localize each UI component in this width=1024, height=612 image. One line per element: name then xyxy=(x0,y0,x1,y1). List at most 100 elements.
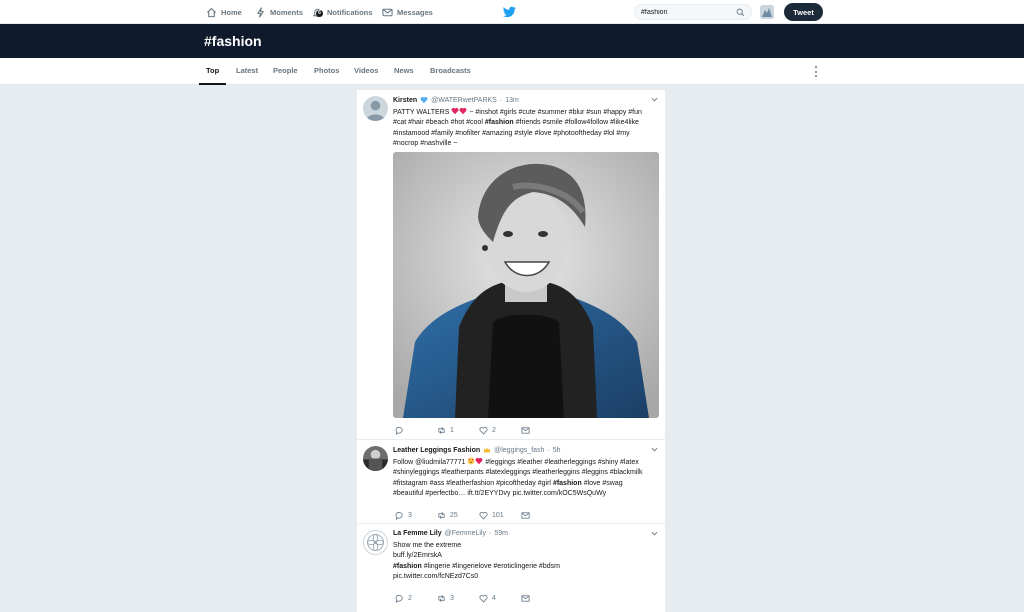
tweet-hashtags[interactable]: #cat #hair #beach #hot #cool xyxy=(393,119,483,126)
nav-home[interactable]: Home xyxy=(206,0,242,24)
reply-button[interactable] xyxy=(395,426,437,435)
tweet-text-line: Show me the extreme xyxy=(393,542,462,549)
tweet-timestamp[interactable]: 5h xyxy=(553,447,561,454)
tweet-link[interactable]: pic.twitter.com/fcNEzd7Cs0 xyxy=(393,573,478,580)
reply-icon xyxy=(395,511,403,520)
search-header-band: #fashion xyxy=(0,24,1024,58)
tweet-photo[interactable] xyxy=(393,152,659,418)
tweet-text: PATTY WALTERS ~ #inshot #girls #cute #su… xyxy=(393,107,659,150)
tweet-item[interactable]: La Femme Lily @FemmeLily · 59m Show me t… xyxy=(357,524,665,612)
tab-top[interactable]: Top xyxy=(199,58,227,85)
tweet-author-name[interactable]: Kirsten xyxy=(393,97,417,104)
chevron-down-icon[interactable] xyxy=(651,97,658,102)
separator-dot: · xyxy=(547,446,550,454)
chevron-down-icon[interactable] xyxy=(651,531,658,536)
tweet-hashtags[interactable]: #friends #smile #follow4follow #like4lik… xyxy=(516,119,639,126)
retweet-count: 25 xyxy=(450,512,458,519)
tab-broadcasts[interactable]: Broadcasts xyxy=(430,58,471,85)
tweet-hashtags[interactable]: ~ #inshot #girls #cute #summer #blur #su… xyxy=(469,109,642,116)
tweet-item[interactable]: Kirsten @WATERwetPARKS · 13m PATTY WALTE… xyxy=(357,90,665,440)
tweet-hashtags[interactable]: #love #swag xyxy=(584,480,623,487)
separator-dot: · xyxy=(488,530,492,537)
envelope-icon xyxy=(521,512,530,519)
envelope-icon xyxy=(382,7,393,18)
like-button[interactable]: 2 xyxy=(479,426,521,435)
retweet-count: 3 xyxy=(450,595,454,602)
tab-videos[interactable]: Videos xyxy=(354,58,378,85)
chevron-down-icon[interactable] xyxy=(651,447,658,452)
tweet-author-handle[interactable]: @FemmeLily xyxy=(445,530,486,537)
nav-messages[interactable]: Messages xyxy=(382,0,433,24)
tweet-author-name[interactable]: La Femme Lily xyxy=(393,530,442,537)
crown-icon xyxy=(483,447,491,453)
envelope-icon xyxy=(521,595,530,602)
blue-heart-icon xyxy=(420,96,428,104)
reply-count: 2 xyxy=(408,595,412,602)
search-box[interactable] xyxy=(634,4,752,20)
like-button[interactable]: 101 xyxy=(479,511,521,520)
profile-avatar[interactable] xyxy=(760,5,774,19)
avatar[interactable] xyxy=(363,96,388,121)
tweet-links[interactable]: #beautiful #perfectbo… ift.tt/2EYYDvy pi… xyxy=(393,490,606,497)
tweet-hashtags[interactable]: #nocrop #nashville ~ xyxy=(393,140,457,147)
tweet-link[interactable]: buff.ly/2EmrskA xyxy=(393,552,442,559)
tweet-hashtags[interactable]: #instamood #family #nofilter #amazing #s… xyxy=(393,130,630,137)
heart-icon xyxy=(479,426,488,435)
nav-moments[interactable]: Moments xyxy=(255,0,303,24)
tweet-author-handle[interactable]: @leggings_fash xyxy=(494,447,544,454)
tweet-author-handle[interactable]: @WATERwetPARKS xyxy=(431,97,497,104)
avatar[interactable] xyxy=(363,446,388,471)
tweet-hashtags[interactable]: #leggings #leather #leatherleggings #shi… xyxy=(485,459,638,466)
retweet-button[interactable]: 3 xyxy=(437,594,479,603)
twitter-bird-logo-icon[interactable] xyxy=(503,6,516,18)
tweet-header: Leather Leggings Fashion @leggings_fash … xyxy=(393,446,561,454)
hashtag-fashion[interactable]: #fashion xyxy=(393,563,422,570)
like-count: 2 xyxy=(492,427,496,434)
retweet-button[interactable]: 1 xyxy=(437,426,479,435)
tweet-timestamp[interactable]: 13m xyxy=(505,97,519,104)
red-heart-icon xyxy=(451,107,459,115)
reply-icon xyxy=(395,426,403,435)
tweet-hashtags[interactable]: #fitstagram #ass #leatherfashion #picoft… xyxy=(393,480,551,487)
tab-photos[interactable]: Photos xyxy=(314,58,339,85)
tweet-button[interactable]: Tweet xyxy=(784,3,823,21)
hashtag-fashion[interactable]: #fashion xyxy=(485,119,514,126)
tweet-item[interactable]: Leather Leggings Fashion @leggings_fash … xyxy=(357,440,665,524)
tab-news[interactable]: News xyxy=(394,58,414,85)
tweet-actions: 3 25 101 xyxy=(395,511,563,520)
avatar[interactable] xyxy=(363,530,388,555)
tweet-timeline: Kirsten @WATERwetPARKS · 13m PATTY WALTE… xyxy=(357,90,665,612)
search-input[interactable] xyxy=(641,8,736,16)
reply-count: 3 xyxy=(408,512,412,519)
tab-people[interactable]: People xyxy=(273,58,298,85)
reply-button[interactable]: 3 xyxy=(395,511,437,520)
envelope-icon xyxy=(521,427,530,434)
tweet-timestamp[interactable]: 59m xyxy=(494,530,508,537)
bell-icon: 6 xyxy=(312,7,323,18)
tweet-author-name[interactable]: Leather Leggings Fashion xyxy=(393,447,480,454)
tweet-header: Kirsten @WATERwetPARKS · 13m xyxy=(393,96,519,104)
reply-button[interactable]: 2 xyxy=(395,594,437,603)
heart-eyes-emoji-icon xyxy=(467,457,475,465)
retweet-count: 1 xyxy=(450,427,454,434)
red-heart-icon xyxy=(459,107,467,115)
tweet-text-line[interactable]: Follow @liudmila77771 xyxy=(393,459,465,466)
direct-message-button[interactable] xyxy=(521,426,563,435)
like-button[interactable]: 4 xyxy=(479,594,521,603)
retweet-button[interactable]: 25 xyxy=(437,511,479,520)
direct-message-button[interactable] xyxy=(521,594,563,603)
retweet-icon xyxy=(438,595,445,602)
lightning-icon xyxy=(255,6,266,18)
like-count: 4 xyxy=(492,595,496,602)
magnifier-icon[interactable] xyxy=(736,8,745,17)
hashtag-fashion[interactable]: #fashion xyxy=(553,480,582,487)
page-title: #fashion xyxy=(204,33,262,49)
retweet-icon xyxy=(438,427,445,434)
tweet-hashtags[interactable]: #lingerie #lingerielove #eroticlingerie … xyxy=(424,563,560,570)
tab-latest[interactable]: Latest xyxy=(236,58,258,85)
nav-moments-label: Moments xyxy=(270,7,303,17)
nav-notifications[interactable]: 6 Notifications xyxy=(312,0,372,24)
direct-message-button[interactable] xyxy=(521,511,563,520)
tweet-hashtags[interactable]: #shinyleggings #leatherpants #latexleggi… xyxy=(393,469,642,476)
more-options-icon[interactable] xyxy=(813,66,819,77)
